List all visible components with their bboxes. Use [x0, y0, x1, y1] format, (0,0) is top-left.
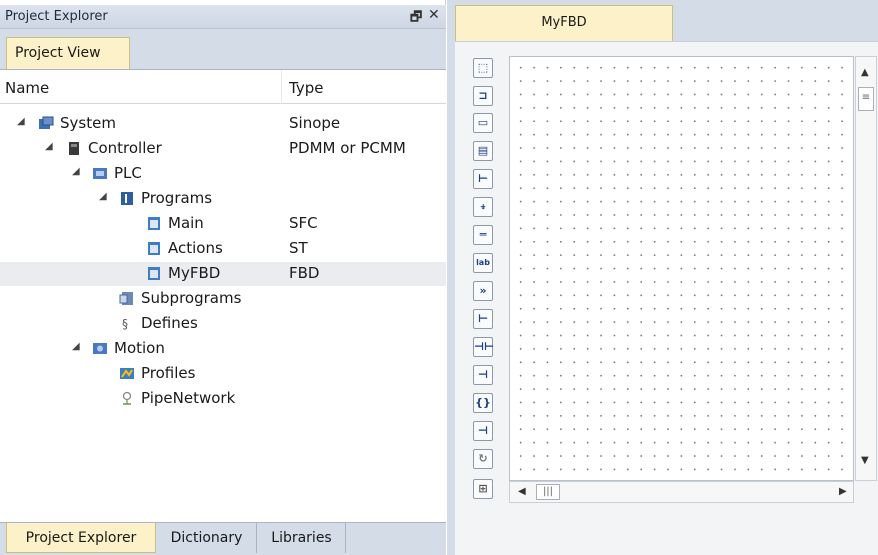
function-block-icon[interactable]: ⊐ — [473, 86, 493, 106]
pin-icon[interactable]: 🗗 — [410, 8, 422, 30]
horizontal-line-icon[interactable]: ═ — [473, 225, 493, 245]
tree-column-header: Name Type — [0, 70, 446, 104]
program-icon — [148, 217, 160, 230]
tab-libraries[interactable]: Libraries — [258, 523, 346, 553]
bottom-tabs-strip: Project Explorer Dictionary Libraries — [0, 522, 446, 555]
project-explorer-panel: Project Explorer 🗗 ✕ Project View Name T… — [0, 0, 446, 555]
tree-label: Main — [168, 214, 204, 232]
view-tabs-strip: Project View — [0, 29, 446, 69]
coil-icon[interactable]: ⊣ — [473, 365, 493, 385]
project-explorer-title: Project Explorer — [5, 9, 108, 24]
label-icon[interactable]: lab — [473, 253, 493, 273]
loop-icon[interactable]: ↻ — [473, 449, 493, 469]
expand-triangle-icon[interactable]: ◢ — [99, 191, 107, 202]
tree-label: Motion — [114, 339, 165, 357]
tree-type: Sinope — [289, 114, 341, 132]
tree-label: MyFBD — [168, 264, 221, 282]
scroll-up-icon[interactable]: ▲ — [861, 67, 869, 78]
programs-icon — [121, 192, 133, 205]
tree-label: Actions — [168, 239, 223, 257]
pipenetwork-icon — [122, 391, 132, 405]
vertical-scrollbar[interactable]: ▲ ≡ ▼ — [855, 56, 877, 481]
column-header-type[interactable]: Type — [289, 79, 323, 97]
tree-label: Controller — [88, 139, 162, 157]
tab-project-view[interactable]: Project View — [6, 37, 130, 69]
horizontal-scrollbar[interactable]: ◀ ||| ▶ — [509, 481, 854, 503]
fbd-canvas[interactable] — [509, 56, 854, 481]
tree-row-system[interactable]: ◢ System Sinope — [0, 112, 446, 136]
tree-row-profiles[interactable]: Profiles — [0, 362, 446, 386]
tree-row-programs[interactable]: ◢ Programs — [0, 187, 446, 211]
scrollbar-corner — [855, 481, 877, 503]
tree-type: FBD — [289, 264, 320, 282]
defines-icon: § — [122, 317, 128, 331]
tree-type: PDMM or PCMM — [289, 139, 406, 157]
tree-label: Programs — [141, 189, 213, 207]
expand-triangle-icon[interactable]: ◢ — [45, 141, 53, 152]
expand-triangle-icon[interactable]: ◢ — [17, 116, 25, 127]
controller-icon — [69, 142, 79, 155]
corner-icon[interactable]: ⊢ — [473, 169, 493, 189]
network-icon[interactable]: ⊞ — [473, 479, 493, 499]
left-rail-icon[interactable]: ⊢ — [473, 309, 493, 329]
tree-row-plc[interactable]: ◢ PLC — [0, 162, 446, 186]
junction-icon[interactable]: ⍖ — [473, 197, 493, 217]
system-icon — [39, 116, 54, 129]
column-divider[interactable] — [281, 70, 282, 104]
close-icon[interactable]: ✕ — [428, 7, 440, 23]
tree-type: ST — [289, 239, 308, 257]
program-icon — [148, 242, 160, 255]
tree-label: System — [60, 114, 116, 132]
tree-row-actions[interactable]: Actions ST — [0, 237, 446, 261]
tree-row-myfbd[interactable]: MyFBD FBD — [0, 262, 446, 286]
subprograms-icon — [119, 292, 133, 305]
contact-icon[interactable]: ⊣⊢ — [473, 337, 494, 357]
right-rail-icon[interactable]: ⊣ — [473, 421, 493, 441]
tree-label: Profiles — [141, 364, 196, 382]
tree-row-main[interactable]: Main SFC — [0, 212, 446, 236]
selection-icon[interactable]: ⬚ — [473, 58, 493, 78]
fbd-toolbar: ⬚ ⊐ ▭ ▤ ⊢ ⍖ ═ lab » ⊢ ⊣⊢ ⊣ {} ⊣ ↻ ⊞ — [473, 58, 494, 520]
project-tree: Name Type ◢ System Sinope ◢ Controller P… — [0, 69, 446, 522]
scroll-down-icon[interactable]: ▼ — [861, 455, 869, 466]
tree-label: Defines — [141, 314, 198, 332]
plc-icon — [93, 168, 107, 179]
tree-label: PipeNetwork — [141, 389, 236, 407]
expand-triangle-icon[interactable]: ◢ — [72, 341, 80, 352]
tree-label: Subprograms — [141, 289, 242, 307]
project-explorer-titlebar: Project Explorer 🗗 ✕ — [0, 5, 446, 29]
tab-project-explorer[interactable]: Project Explorer — [6, 523, 156, 553]
tree-row-defines[interactable]: § Defines — [0, 312, 446, 336]
tree-row-subprograms[interactable]: Subprograms — [0, 287, 446, 311]
tab-dictionary[interactable]: Dictionary — [157, 523, 257, 553]
horizontal-scroll-thumb[interactable]: ||| — [536, 484, 560, 500]
tree-type: SFC — [289, 214, 318, 232]
scroll-right-icon[interactable]: ▶ — [839, 486, 847, 497]
jump-icon[interactable]: » — [473, 281, 493, 301]
program-icon — [148, 267, 160, 280]
tree-row-controller[interactable]: ◢ Controller PDMM or PCMM — [0, 137, 446, 161]
tab-myfbd[interactable]: MyFBD — [455, 5, 673, 41]
variable-icon[interactable]: ▭ — [473, 113, 493, 133]
return-icon[interactable]: {} — [473, 393, 493, 413]
expand-triangle-icon[interactable]: ◢ — [72, 166, 80, 177]
motion-icon — [93, 343, 107, 354]
column-header-name[interactable]: Name — [5, 79, 49, 97]
scroll-left-icon[interactable]: ◀ — [518, 486, 526, 497]
tree-row-motion[interactable]: ◢ Motion — [0, 337, 446, 361]
vertical-scroll-thumb[interactable]: ≡ — [858, 87, 874, 111]
profiles-icon — [120, 368, 134, 379]
svg-text:§: § — [122, 317, 128, 331]
tree-row-pipenetwork[interactable]: PipeNetwork — [0, 387, 446, 411]
tree-label: PLC — [114, 164, 142, 182]
comment-icon[interactable]: ▤ — [473, 141, 493, 161]
